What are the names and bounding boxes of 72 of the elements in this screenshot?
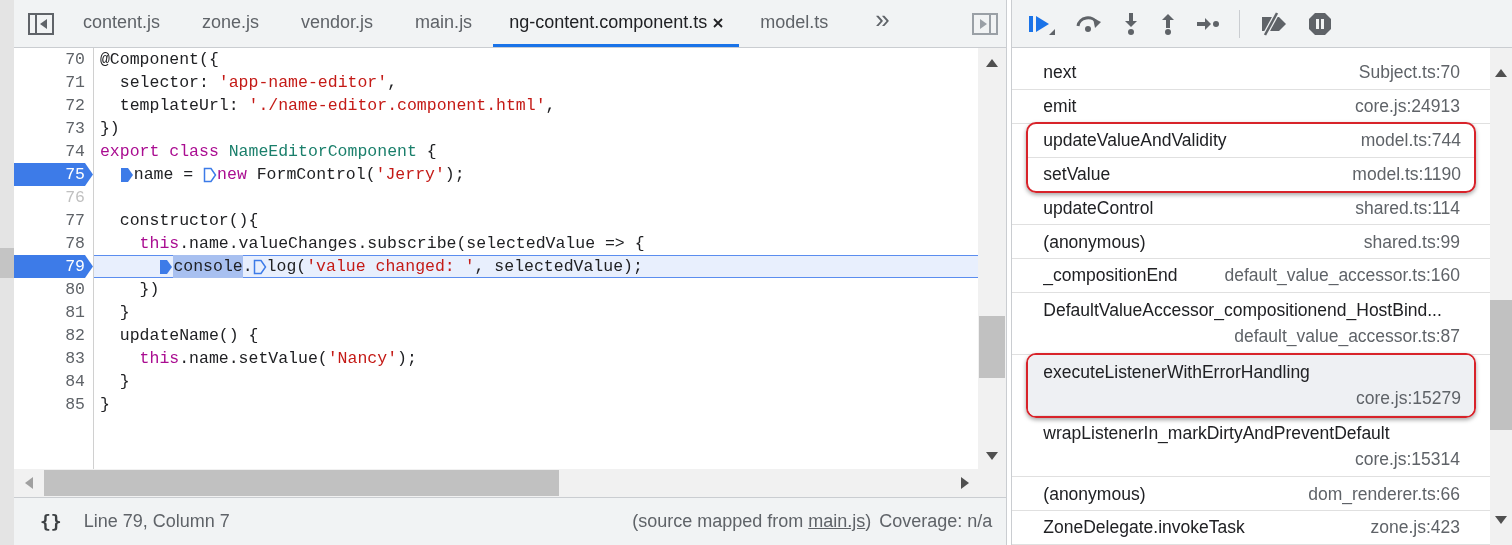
code-line: export class NameEditorComponent { xyxy=(98,141,438,163)
scroll-left-icon[interactable] xyxy=(23,476,34,490)
call-frame[interactable]: ZoneDelegate.invokeTask zone.js:423 xyxy=(1012,511,1490,545)
call-frame[interactable]: setValue model.ts:1190 xyxy=(1028,157,1474,192)
line-number[interactable]: 71 xyxy=(65,71,93,94)
code-line: } xyxy=(118,302,131,324)
code-line: @Component({ xyxy=(98,49,220,71)
call-frame[interactable]: executeListenerWithErrorHandling core.js:15279 xyxy=(1028,354,1474,416)
code-line: }) xyxy=(98,118,121,140)
more-tabs-button[interactable]: » xyxy=(875,0,890,39)
line-number[interactable]: 75 xyxy=(13,163,93,186)
line-number[interactable]: 83 xyxy=(65,347,93,370)
line-number[interactable]: 70 xyxy=(65,48,93,71)
line-number[interactable]: 81 xyxy=(65,301,93,324)
scrollbar-thumb[interactable] xyxy=(43,470,559,496)
scroll-right-icon[interactable] xyxy=(960,476,971,490)
code-line: }) xyxy=(138,279,161,301)
step-over-icon[interactable] xyxy=(1075,13,1104,34)
code-line: this.name.valueChanges.subscribe(selectedValue => { xyxy=(138,233,646,255)
code-line: selector: 'app-name-editor', xyxy=(118,72,399,94)
pause-on-exceptions-icon[interactable] xyxy=(1308,11,1333,36)
vertical-scrollbar[interactable] xyxy=(1490,48,1512,545)
file-tab[interactable]: main.js xyxy=(394,1,494,47)
vertical-scrollbar[interactable] xyxy=(978,48,1007,469)
code-line: templateUrl: './name-editor.component.html', xyxy=(118,95,557,117)
line-number[interactable]: 79 xyxy=(13,255,93,278)
panel-edge-handle[interactable] xyxy=(0,248,14,278)
call-frame[interactable]: (anonymous) dom_renderer.ts:66 xyxy=(1012,477,1490,512)
line-number[interactable]: 82 xyxy=(65,324,93,347)
step-icon[interactable] xyxy=(1196,15,1221,32)
call-frame[interactable]: next Subject.ts:70 xyxy=(1012,56,1490,90)
inline-breakpoint-slot-icon[interactable] xyxy=(252,258,267,275)
scrollbar-thumb[interactable] xyxy=(979,316,1006,378)
code-line: constructor(){ xyxy=(118,210,260,232)
line-number[interactable]: 72 xyxy=(65,94,93,117)
line-number[interactable]: 77 xyxy=(65,209,93,232)
line-number[interactable]: 84 xyxy=(65,370,93,393)
code-line: this.name.setValue('Nancy'); xyxy=(138,348,418,370)
source-map-text: (source mapped from main.js) xyxy=(632,510,872,533)
line-number[interactable]: 73 xyxy=(65,117,93,140)
debugger-toggle-icon[interactable] xyxy=(972,13,999,35)
file-tab[interactable]: zone.js xyxy=(181,1,281,47)
source-link[interactable]: main.js xyxy=(808,511,866,531)
horizontal-scrollbar[interactable] xyxy=(13,469,1007,497)
file-tab[interactable]: content.js xyxy=(61,1,181,47)
inline-breakpoint-slot-icon[interactable] xyxy=(203,166,218,183)
line-number[interactable]: 85 xyxy=(65,393,93,416)
scroll-up-icon[interactable] xyxy=(985,58,1000,68)
coverage-text: Coverage: n/a xyxy=(879,510,993,533)
cursor-position: Line 79, Column 7 xyxy=(83,510,230,533)
code-line: } xyxy=(118,371,131,393)
call-frame[interactable]: (anonymous) shared.ts:99 xyxy=(1012,225,1490,260)
pretty-print-button[interactable]: {} xyxy=(39,508,62,535)
code-line: updateName() { xyxy=(118,325,260,347)
scroll-down-icon[interactable] xyxy=(1494,515,1508,525)
code-line: name = new FormControl('Jerry'); xyxy=(93,163,979,186)
line-number[interactable]: 78 xyxy=(65,232,93,255)
scroll-up-icon[interactable] xyxy=(1494,68,1508,78)
line-number[interactable]: 80 xyxy=(65,278,93,301)
file-tab[interactable]: ng-content.component.ts xyxy=(493,1,740,47)
navigator-toggle-icon[interactable] xyxy=(27,13,54,35)
line-number[interactable]: 74 xyxy=(65,140,93,163)
file-tab[interactable]: vendor.js xyxy=(280,1,395,47)
close-icon[interactable] xyxy=(713,17,724,28)
file-tab[interactable]: model.ts xyxy=(739,1,850,47)
scrollbar-thumb[interactable] xyxy=(1490,300,1512,430)
scroll-down-icon[interactable] xyxy=(985,451,1000,461)
call-frame[interactable]: updateControl shared.ts:114 xyxy=(1012,191,1490,226)
code-line: } xyxy=(98,394,111,416)
inline-breakpoint-icon[interactable] xyxy=(119,166,134,183)
call-frame[interactable]: _compositionEnd default_value_accessor.ts:160 xyxy=(1012,259,1490,293)
call-frame[interactable]: updateValueAndValidity model.ts:744 xyxy=(1028,123,1474,158)
